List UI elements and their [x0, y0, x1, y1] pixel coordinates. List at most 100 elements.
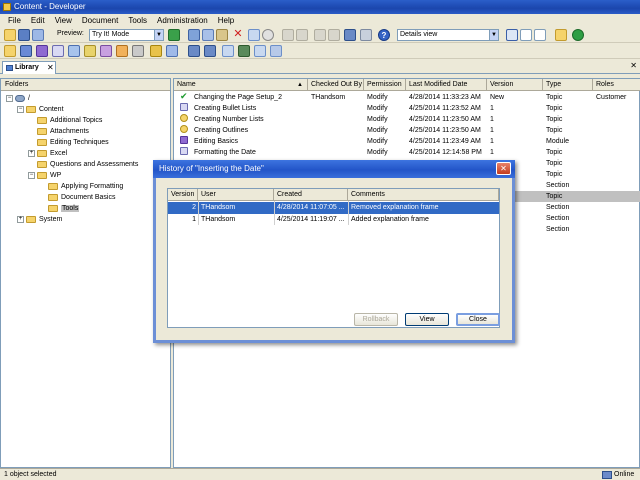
tree-node-questions-and-assessments[interactable]: Questions and Assessments	[37, 159, 138, 170]
history-row[interactable]: 1 THandsom 4/25/2014 11:19:07 ... Added …	[168, 214, 499, 226]
tree-node-excel[interactable]: + Excel	[28, 148, 67, 159]
details-view-icon[interactable]	[506, 29, 518, 41]
menu-tools[interactable]: Tools	[123, 14, 152, 27]
column-header-comments[interactable]: Comments	[348, 189, 499, 201]
undo-icon[interactable]	[282, 29, 294, 41]
new-package-icon[interactable]	[132, 45, 144, 57]
row-modified: 4/25/2014 11:23:52 AM	[409, 105, 481, 112]
column-header-last-modified[interactable]: Last Modified Date	[406, 79, 487, 91]
delete-icon[interactable]: ✕	[232, 29, 244, 41]
help-icon[interactable]: ?	[378, 29, 390, 41]
menu-document[interactable]: Document	[77, 14, 123, 27]
find-icon[interactable]	[262, 29, 274, 41]
tree-node-attachments[interactable]: Attachments	[37, 126, 89, 137]
close-icon[interactable]: ✕	[47, 62, 54, 74]
view-mode-select[interactable]: Details view ▼	[397, 29, 499, 41]
tree-node-system[interactable]: + System	[17, 214, 62, 225]
close-button[interactable]: Close	[456, 313, 500, 326]
new-topic-icon[interactable]	[52, 45, 64, 57]
column-header-name[interactable]: Name ▲	[174, 79, 308, 91]
folder-icon	[37, 138, 47, 146]
menu-help[interactable]: Help	[213, 14, 239, 27]
new-section-icon[interactable]	[36, 45, 48, 57]
column-header-created[interactable]: Created	[274, 189, 348, 201]
print-icon[interactable]	[32, 29, 44, 41]
check-in-icon[interactable]	[204, 45, 216, 57]
paste-icon[interactable]	[216, 29, 228, 41]
check-out-icon[interactable]	[188, 45, 200, 57]
menu-edit[interactable]: Edit	[26, 14, 50, 27]
expand-icon[interactable]: +	[28, 149, 35, 157]
link-icon[interactable]	[166, 45, 178, 57]
column-header-checked-out-by[interactable]: Checked Out By	[308, 79, 364, 91]
rollback-button[interactable]: Rollback	[354, 313, 398, 326]
column-header-version[interactable]: Version	[487, 79, 543, 91]
tree-node-additional-topics[interactable]: Additional Topics	[37, 115, 102, 126]
split-view-icon[interactable]	[520, 29, 532, 41]
table-row[interactable]: Formatting the Date Modify 4/25/2014 12:…	[174, 147, 640, 158]
tree-node-wp[interactable]: − WP	[28, 170, 61, 181]
publish-icon[interactable]	[150, 45, 162, 57]
tree-node-editing-techniques[interactable]: Editing Techniques	[37, 137, 109, 148]
documents-icon[interactable]	[254, 45, 266, 57]
new-web-page-icon[interactable]	[68, 45, 80, 57]
close-icon[interactable]: ✕	[630, 61, 637, 70]
new-question-icon[interactable]	[100, 45, 112, 57]
find-replace-icon[interactable]	[344, 29, 356, 41]
cut-icon[interactable]	[188, 29, 200, 41]
menu-view[interactable]: View	[50, 14, 77, 27]
column-header-permission[interactable]: Permission	[364, 79, 406, 91]
row-version: 1	[490, 138, 494, 145]
roles-icon[interactable]	[238, 45, 250, 57]
folder-icon	[48, 204, 58, 212]
refresh-icon[interactable]	[572, 29, 584, 41]
chevron-down-icon[interactable]: ▼	[489, 30, 498, 40]
tree-node-tools[interactable]: Tools	[48, 203, 80, 214]
column-header-roles[interactable]: Roles	[593, 79, 640, 91]
indent-icon[interactable]	[328, 29, 340, 41]
redo-icon[interactable]	[296, 29, 308, 41]
history-icon[interactable]	[222, 45, 234, 57]
column-header-type[interactable]: Type	[543, 79, 593, 91]
tree-node-root[interactable]: − /	[6, 93, 30, 104]
tree-node-applying-formatting[interactable]: Applying Formatting	[48, 181, 123, 192]
broken-links-icon[interactable]	[270, 45, 282, 57]
new-module-icon[interactable]	[20, 45, 32, 57]
tree-node-content[interactable]: − Content	[17, 104, 64, 115]
column-header-version[interactable]: Version	[168, 189, 198, 201]
preview-mode-select[interactable]: Try It! Mode ▼	[89, 29, 164, 41]
table-row[interactable]: ✔ Changing the Page Setup_2 THandsom Mod…	[174, 92, 640, 103]
row-type: Section	[546, 182, 570, 189]
column-header-user[interactable]: User	[198, 189, 274, 201]
table-row[interactable]: Editing Basics Modify 4/25/2014 11:23:49…	[174, 136, 640, 147]
columns-view-icon[interactable]	[534, 29, 546, 41]
menu-file[interactable]: File	[0, 14, 26, 27]
tree-node-document-basics[interactable]: Document Basics	[48, 192, 115, 203]
tree-node-label: Tools	[61, 205, 80, 212]
collapse-icon[interactable]: −	[6, 94, 13, 102]
new-assessment-icon[interactable]	[116, 45, 128, 57]
chevron-down-icon[interactable]: ▼	[154, 30, 163, 40]
menu-administration[interactable]: Administration	[152, 14, 213, 27]
collapse-icon[interactable]: −	[28, 171, 35, 179]
copy-icon[interactable]	[202, 29, 214, 41]
new-folder-icon[interactable]	[4, 45, 16, 57]
outdent-icon[interactable]	[314, 29, 326, 41]
view-button[interactable]: View	[405, 313, 449, 326]
new-glossary-icon[interactable]	[84, 45, 96, 57]
table-row[interactable]: Creating Outlines Modify 4/25/2014 11:23…	[174, 125, 640, 136]
filter-icon[interactable]	[360, 29, 372, 41]
table-row[interactable]: Creating Number Lists Modify 4/25/2014 1…	[174, 114, 640, 125]
tab-library[interactable]: Library ✕	[2, 61, 56, 74]
export-icon[interactable]	[555, 29, 567, 41]
close-icon[interactable]: ✕	[496, 162, 511, 175]
collapse-icon[interactable]: −	[17, 105, 24, 113]
expand-icon[interactable]: +	[17, 215, 24, 223]
save-icon[interactable]	[18, 29, 30, 41]
history-row[interactable]: 2 THandsom 4/28/2014 11:07:05 ... Remove…	[168, 202, 499, 214]
open-folder-icon[interactable]	[4, 29, 16, 41]
properties-icon[interactable]	[248, 29, 260, 41]
dialog-titlebar[interactable]: History of "Inserting the Date" ✕	[153, 160, 515, 178]
play-icon[interactable]	[168, 29, 180, 41]
table-row[interactable]: Creating Bullet Lists Modify 4/25/2014 1…	[174, 103, 640, 114]
